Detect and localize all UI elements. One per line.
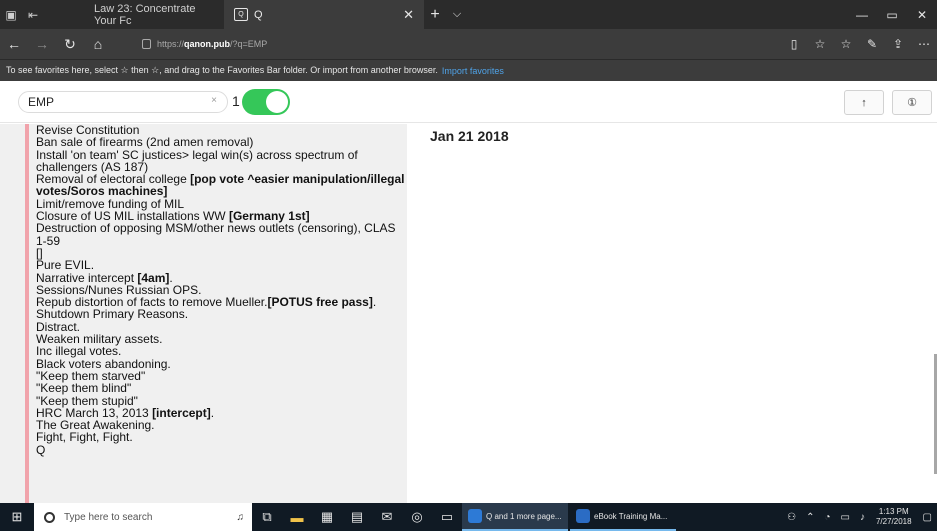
action-center-icon[interactable]: ▢ [918,512,937,523]
window-controls: — ▭ ✕ [847,0,937,29]
search-query: EMP [28,95,55,109]
tab-overview-icon[interactable]: ▣ [0,0,22,29]
camera-icon[interactable]: ◎ [402,503,432,531]
import-favorites-link[interactable]: Import favorites [442,66,504,76]
tab-law-23[interactable]: Law 23: Concentrate Your Fc [84,0,224,29]
tray-chevron-icon[interactable]: ⌃ [801,512,819,523]
task-view-icon[interactable]: ⧉ [252,503,282,531]
connect-icon[interactable]: ▭ [432,503,462,531]
post-line: Removal of electoral college [pop vote ^… [36,173,405,198]
forward-arrow-icon[interactable]: → [28,29,56,59]
post-line: Destruction of opposing MSM/other news o… [36,222,405,247]
taskbar-app-ebook[interactable]: eBook Training Ma... [570,503,676,531]
battery-icon[interactable]: ▭ [836,512,855,523]
clear-search-icon[interactable]: × [211,95,217,106]
home-icon[interactable]: ⌂ [84,29,112,59]
reading-view-icon[interactable]: ▯ [781,29,807,59]
url-prefix: https:// [157,39,185,49]
navigation-bar: ← → ↻ ⌂ https://qanon.pub/?q=EMP ▯ ☆ ☆ ✎… [0,29,937,59]
refresh-icon[interactable]: ↻ [56,29,84,59]
post-line-emphasis: [intercept] [152,405,211,420]
address-bar[interactable]: https://qanon.pub/?q=EMP [112,29,781,59]
scroll-up-button[interactable]: ↑ [844,90,884,115]
url-host: qanon.pub [184,39,231,49]
result-count: 1 [232,93,240,109]
post-line-tail: . [210,405,215,420]
share-icon[interactable]: ⇪ [885,29,911,59]
post-line: Install 'on team' SC justices> legal win… [36,147,405,174]
network-icon[interactable]: ◔ [819,512,835,523]
post-line-text: Q [36,442,46,457]
toggle-knob [266,91,288,113]
browser-tab-bar: ▣ ⇤ Law 23: Concentrate Your Fc Q Q ✕ + … [0,0,937,29]
taskbar-app-edge[interactable]: Q and 1 more page... [462,503,568,531]
taskbar-search-placeholder: Type here to search [64,511,153,523]
post-line-emphasis: [POTUS free pass] [267,295,373,310]
mail-icon[interactable]: ✉ [372,503,402,531]
volume-icon[interactable]: ♪ [855,512,870,523]
url-path: /?q=EMP [230,39,268,49]
post-line-text: Install 'on team' SC justices> legal win… [36,147,362,174]
q-favicon-icon: Q [234,8,248,21]
tab-list-chevron-icon[interactable]: ⌵ [446,8,468,21]
info-icon: ① [907,97,917,109]
web-note-pen-icon[interactable]: ✎ [859,29,885,59]
back-arrow-icon[interactable]: ← [0,29,28,59]
microphone-icon[interactable]: ♫ [237,512,245,523]
post-line: Shutdown Primary Reasons. [36,308,405,320]
clock-date: 7/27/2018 [875,517,912,526]
browser-actions: ▯ ☆ ☆ ✎ ⇪ ⋯ [781,29,937,59]
post-line-text: Fight, Fight, Fight. [36,430,133,445]
store-bag-icon[interactable]: ▤ [342,503,372,531]
favorite-star-icon[interactable]: ☆ [807,29,833,59]
maximize-icon[interactable]: ▭ [877,0,907,29]
edge-browser-icon [468,509,482,523]
filter-toggle[interactable] [242,89,290,115]
system-tray: ⚇ ⌃ ◔ ▭ ♪ 1:13 PM 7/27/2018 ▢ [782,503,937,531]
people-icon[interactable]: ⚇ [782,512,801,523]
more-menu-icon[interactable]: ⋯ [911,29,937,59]
cortana-circle-icon [44,511,55,523]
taskbar-app-label: eBook Training Ma... [594,511,668,521]
info-button[interactable]: ① [892,90,932,115]
search-input[interactable]: EMP × [18,91,228,113]
windows-taskbar: ⊞ Type here to search ♫ ⧉ ▬ ▦ ▤ ✉ ◎ ▭ Q … [0,503,937,531]
taskbar-search-field[interactable]: Type here to search ♫ [34,503,252,531]
detail-column: Jan 21 2018 [407,124,937,503]
clock[interactable]: 1:13 PM 7/27/2018 [870,507,918,527]
tab-title: Q [254,8,263,21]
post-body: Revise Constitution Ban sale of firearms … [25,124,405,503]
windows-start-icon[interactable]: ⊞ [0,503,34,531]
post-line-tail: . [372,295,377,310]
set-tabs-aside-icon[interactable]: ⇤ [22,0,44,29]
favorites-hub-icon[interactable]: ☆ [833,29,859,59]
word-document-icon [576,509,590,523]
file-explorer-icon[interactable]: ▬ [282,503,312,531]
page-toolbar: EMP × 1 ↑ ① [0,81,937,123]
lock-icon [142,39,151,49]
clock-time: 1:13 PM [878,507,909,516]
post-line: Fight, Fight, Fight. [36,431,405,443]
movies-icon[interactable]: ▦ [312,503,342,531]
post-date: Jan 21 2018 [430,128,509,144]
post-column: Revise Constitution Ban sale of firearms … [0,124,407,503]
close-window-icon[interactable]: ✕ [907,0,937,29]
close-tab-icon[interactable]: ✕ [403,7,414,23]
tab-title: Law 23: Concentrate Your Fc [94,2,196,27]
post-line-text: Destruction of opposing MSM/other news o… [36,221,399,248]
minimize-icon[interactable]: — [847,0,877,29]
new-tab-button[interactable]: + [424,6,446,24]
post-line: Q [36,444,405,456]
up-arrow-icon: ↑ [861,96,867,109]
taskbar-app-label: Q and 1 more page... [486,511,562,521]
favorites-hint-text: To see favorites here, select ☆ then ☆, … [6,65,438,75]
tab-q[interactable]: Q Q ✕ [224,0,424,29]
favorites-hint-bar: To see favorites here, select ☆ then ☆, … [0,59,937,81]
